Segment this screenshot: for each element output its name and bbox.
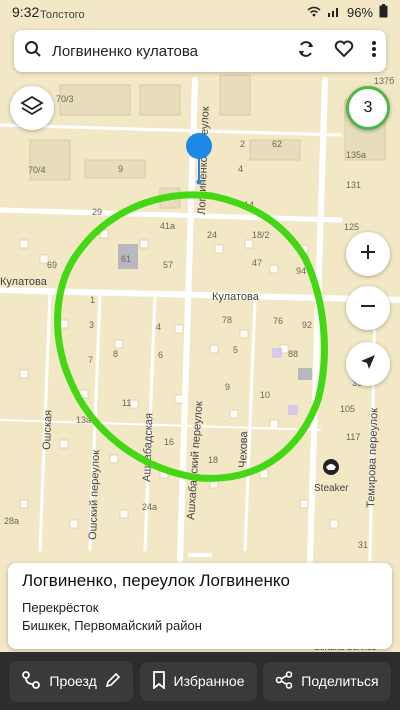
house-number: 78 <box>222 315 232 325</box>
place-title: Логвиненко, переулок Логвиненко <box>22 571 290 590</box>
more-menu-icon[interactable] <box>372 40 376 63</box>
bookmark-icon <box>152 670 166 692</box>
status-time: 9:32 <box>12 4 40 20</box>
house-number: 2 <box>240 139 245 149</box>
house-number: 31 <box>358 540 368 550</box>
house-number: 6 <box>158 350 163 360</box>
my-location-button[interactable] <box>346 342 390 386</box>
share-icon <box>275 670 293 692</box>
house-number: 9 <box>118 164 123 174</box>
favorite-heart-icon[interactable] <box>334 40 354 63</box>
street-label: Ошская <box>41 410 54 450</box>
status-bar: 9:32 96% <box>0 0 400 24</box>
notification-count-button[interactable]: 3 <box>346 86 390 130</box>
house-number: 92 <box>302 320 312 330</box>
house-number: 24 <box>207 230 217 240</box>
battery-percent: 96% <box>346 4 373 20</box>
house-number: 18/2 <box>252 230 270 240</box>
place-type: Перекрёсток <box>22 600 99 615</box>
house-number: 3 <box>89 320 94 330</box>
house-number: 11 <box>122 398 131 408</box>
navigation-arrow-icon <box>359 353 377 376</box>
house-number: 137б <box>374 76 394 86</box>
street-label: Кулатова <box>0 276 48 288</box>
search-query[interactable]: Логвиненко кулатова <box>52 43 286 60</box>
street-label: Чехова <box>237 430 250 468</box>
layers-icon <box>20 95 44 122</box>
house-number: 16 <box>164 437 174 447</box>
house-number: 61 <box>121 254 131 264</box>
search-icon[interactable] <box>24 40 42 63</box>
place-info-card[interactable]: Логвиненко, переулок Логвиненко Перекрёс… <box>8 563 392 649</box>
house-number: 29 <box>92 207 102 217</box>
search-bar[interactable]: Логвиненко кулатова <box>14 30 386 72</box>
house-number: 57 <box>163 260 173 270</box>
route-icon <box>21 670 41 693</box>
poi-steaker-label: Steaker <box>314 483 349 494</box>
house-number: 1 <box>90 295 95 305</box>
house-number: 7 <box>88 355 93 365</box>
house-number: 70/3 <box>56 94 74 104</box>
house-number: 4 <box>238 164 243 174</box>
share-button[interactable]: Поделиться <box>263 661 391 701</box>
house-number: 131 <box>346 180 361 190</box>
signal-icon <box>327 5 341 20</box>
notification-count: 3 <box>363 99 373 116</box>
house-number: 28a <box>4 516 19 526</box>
edit-pencil-icon[interactable] <box>105 672 121 691</box>
house-number: 41a <box>160 221 175 231</box>
layers-button[interactable] <box>10 86 54 130</box>
house-number: 18 <box>208 455 218 465</box>
house-number: 10 <box>260 390 270 400</box>
favorites-button[interactable]: Избранное <box>139 661 257 701</box>
minus-icon <box>359 297 377 320</box>
share-label: Поделиться <box>301 673 379 689</box>
house-number: 8 <box>113 349 118 359</box>
house-number: 9 <box>225 382 230 392</box>
plus-icon <box>359 243 377 266</box>
house-number: 76 <box>273 316 283 326</box>
battery-icon <box>379 3 388 21</box>
wifi-icon <box>307 5 321 20</box>
house-number: 105 <box>340 404 355 414</box>
street-label: Кулатова <box>212 291 260 303</box>
house-number: 117 <box>346 432 360 442</box>
house-number: 62 <box>272 139 282 149</box>
route-label: Проезд <box>49 673 97 689</box>
route-swap-icon[interactable] <box>296 39 316 64</box>
favorites-label: Избранное <box>173 673 245 689</box>
house-number: 47 <box>252 258 262 268</box>
zoom-in-button[interactable] <box>346 232 390 276</box>
house-number: 135a <box>346 150 366 160</box>
house-number: 88 <box>288 349 298 359</box>
zoom-out-button[interactable] <box>346 286 390 330</box>
place-address: Бишкек, Первомайский район <box>22 618 202 633</box>
house-number: 70/4 <box>28 165 46 175</box>
house-number: 24a <box>142 502 157 512</box>
sheet-drag-handle[interactable] <box>188 553 212 557</box>
house-number: 5 <box>233 345 238 355</box>
house-number: 4 <box>156 322 161 332</box>
bottom-action-bar: Проезд Избранное Поделиться <box>0 652 400 710</box>
street-label: Ашхабадская <box>141 413 155 482</box>
house-number: 125 <box>344 222 359 232</box>
house-number: 94 <box>296 266 306 276</box>
route-button[interactable]: Проезд <box>9 660 133 702</box>
house-number: 69 <box>47 260 57 270</box>
